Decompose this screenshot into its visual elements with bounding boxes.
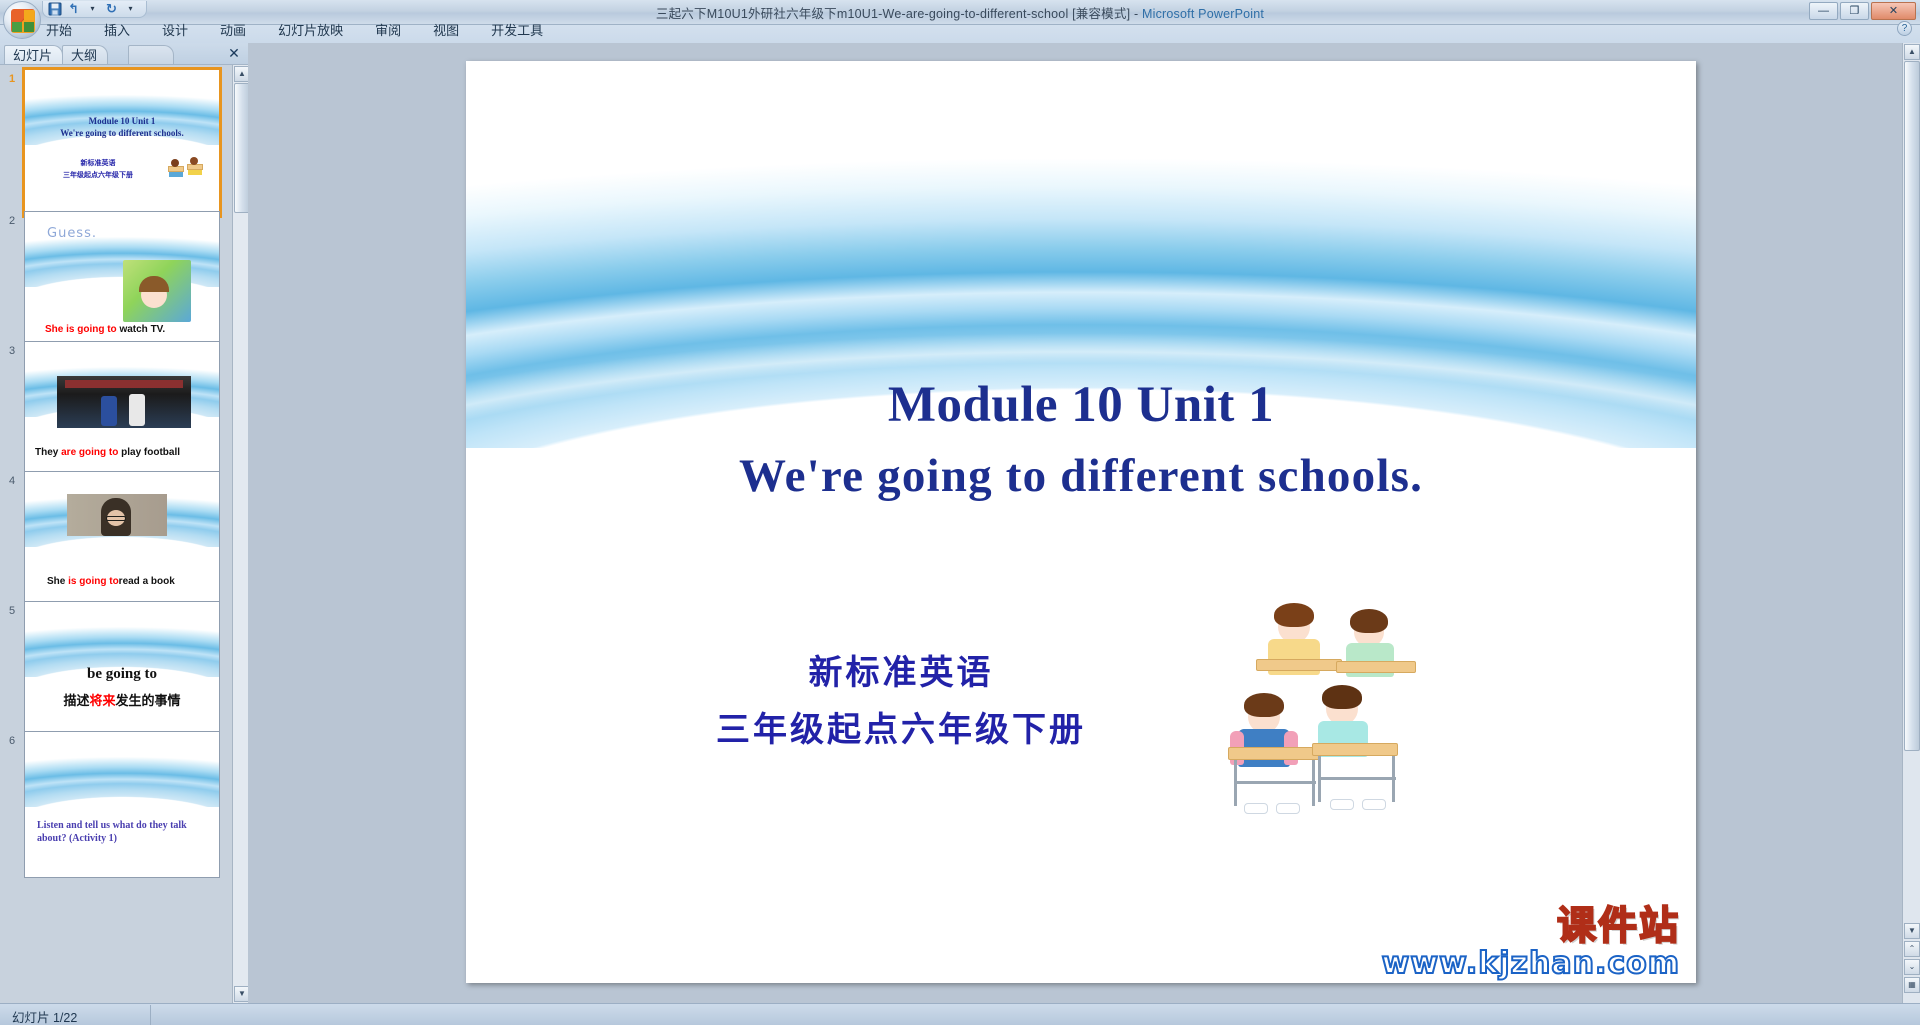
slide-counter: 幻灯片 1/22 <box>12 1011 78 1025</box>
thumb-photo <box>123 260 191 322</box>
thumb-kids-illustration <box>165 154 209 184</box>
thumb-title-line2: We're going to different schools. <box>60 128 184 138</box>
thumb-caption: Listen and tell us what do they talk abo… <box>37 820 187 844</box>
slide-thumbnail-item[interactable]: 5 be going to 描述将来发生的事情 <box>0 597 232 748</box>
thumb-caption: She is going to watch TV. <box>45 324 166 335</box>
thumb-caption: They are going to play football <box>35 447 181 458</box>
main-vertical-scrollbar[interactable]: ▲ ▼ ⌃ ⌄ ▦ <box>1902 43 1920 1003</box>
next-slide-button[interactable]: ⌄ <box>1904 959 1920 975</box>
tab-filler <box>128 45 174 64</box>
ribbon-tab-view[interactable]: 视图 <box>417 18 475 41</box>
ribbon-tab-developer[interactable]: 开发工具 <box>475 18 559 41</box>
navigator-scrollbar[interactable]: ▲ ▼ <box>232 65 250 1003</box>
slide-thumbnail-item[interactable]: 1 Module 10 Unit 1 We're going to differ… <box>0 65 232 218</box>
slide-thumbnail-2[interactable]: Guess. She is going to watch TV. <box>24 211 220 358</box>
customize-qat-icon[interactable]: ▾ <box>123 2 138 16</box>
undo-icon[interactable]: ↰ <box>66 2 81 16</box>
thumb-title-line1: Module 10 Unit 1 <box>88 116 156 126</box>
thumb-wave-bg <box>25 732 219 808</box>
office-orb-button[interactable] <box>3 1 41 39</box>
ribbon-tab-strip: 开始 插入 设计 动画 幻灯片放映 审阅 视图 开发工具 <box>0 18 1920 40</box>
watermark-chinese: 课件站 <box>1556 904 1680 949</box>
scroll-up-button[interactable]: ▲ <box>1904 44 1920 60</box>
ribbon-tab-design[interactable]: 设计 <box>146 18 204 41</box>
ribbon-tab-insert[interactable]: 插入 <box>88 18 146 41</box>
redo-icon[interactable]: ↻ <box>104 2 119 16</box>
watermark-url: www.kjzhan.com <box>1381 946 1680 981</box>
slide-thumbnail-item[interactable]: 3 They are going to play football <box>0 337 232 488</box>
status-divider <box>150 1005 151 1025</box>
scroll-down-button[interactable]: ▼ <box>1904 923 1920 939</box>
thumb-cn-line1: 新标准英语 <box>80 159 116 167</box>
save-icon[interactable] <box>47 2 62 16</box>
slide-thumbnail-4[interactable]: She is going toread a book <box>24 471 220 618</box>
slide-thumbnail-list[interactable]: 1 Module 10 Unit 1 We're going to differ… <box>0 65 232 1003</box>
tab-slides[interactable]: 幻灯片 <box>4 45 64 64</box>
navigator-tabs: 幻灯片 大纲 ✕ <box>0 43 248 65</box>
slide-title[interactable]: Module 10 Unit 1 <box>466 376 1696 434</box>
slide-number: 5 <box>8 605 16 617</box>
reset-view-button[interactable]: ▦ <box>1904 977 1920 993</box>
slide-number: 3 <box>8 345 16 357</box>
office-logo-icon <box>11 9 35 33</box>
slide-thumbnail-3[interactable]: They are going to play football <box>24 341 220 488</box>
tab-outline[interactable]: 大纲 <box>62 45 109 64</box>
slide-number: 4 <box>8 475 16 487</box>
slide-thumbnail-item[interactable]: 2 Guess. She is going to watch TV. <box>0 207 232 358</box>
status-bar: 幻灯片 1/22 <box>0 1003 1920 1025</box>
close-pane-icon[interactable]: ✕ <box>226 46 242 62</box>
thumb-photo <box>57 376 191 428</box>
thumb-line2: 描述将来发生的事情 <box>63 694 181 709</box>
slide-subtitle[interactable]: We're going to different schools. <box>466 449 1696 503</box>
slide-thumbnail-5[interactable]: be going to 描述将来发生的事情 <box>24 601 220 748</box>
thumb-cn-line2: 三年级起点六年级下册 <box>63 171 133 179</box>
thumb-guess-text: Guess. <box>47 226 97 241</box>
slide-number: 1 <box>8 73 16 85</box>
slide-thumbnail-item[interactable]: 6 Listen and tell us what do they talk a… <box>0 727 232 878</box>
main-scroll-thumb[interactable] <box>1904 61 1920 751</box>
ribbon-tab-review[interactable]: 审阅 <box>359 18 417 41</box>
classroom-kids-illustration <box>1226 601 1436 836</box>
undo-dropdown-icon[interactable]: ▾ <box>85 2 100 16</box>
thumb-line1: be going to <box>86 666 157 682</box>
help-icon[interactable]: ? <box>1897 21 1912 36</box>
slide-navigator-pane: 幻灯片 大纲 ✕ 1 Module 10 Unit 1 We're going … <box>0 43 250 1003</box>
watermark: 课件站 www.kjzhan.com <box>1381 904 1680 981</box>
slide-number: 2 <box>8 215 16 227</box>
previous-slide-button[interactable]: ⌃ <box>1904 941 1920 957</box>
slide-thumbnail-item[interactable]: 4 She is going toread a book <box>0 467 232 618</box>
ribbon-tab-animation[interactable]: 动画 <box>204 18 262 41</box>
slide-number: 6 <box>8 735 16 747</box>
slide-thumbnail-6[interactable]: Listen and tell us what do they talk abo… <box>24 731 220 878</box>
slide-thumbnail-1[interactable]: Module 10 Unit 1 We're going to differen… <box>22 67 222 218</box>
thumb-photo <box>67 494 167 536</box>
current-slide[interactable]: Module 10 Unit 1 We're going to differen… <box>466 61 1696 983</box>
thumb-caption: She is going toread a book <box>47 576 175 587</box>
workspace: 幻灯片 大纲 ✕ 1 Module 10 Unit 1 We're going … <box>0 43 1920 1003</box>
slide-editing-area: Module 10 Unit 1 We're going to differen… <box>248 43 1902 1003</box>
ribbon-tab-slideshow[interactable]: 幻灯片放映 <box>262 18 359 41</box>
quick-access-toolbar: ↰ ▾ ↻ ▾ <box>42 1 147 18</box>
